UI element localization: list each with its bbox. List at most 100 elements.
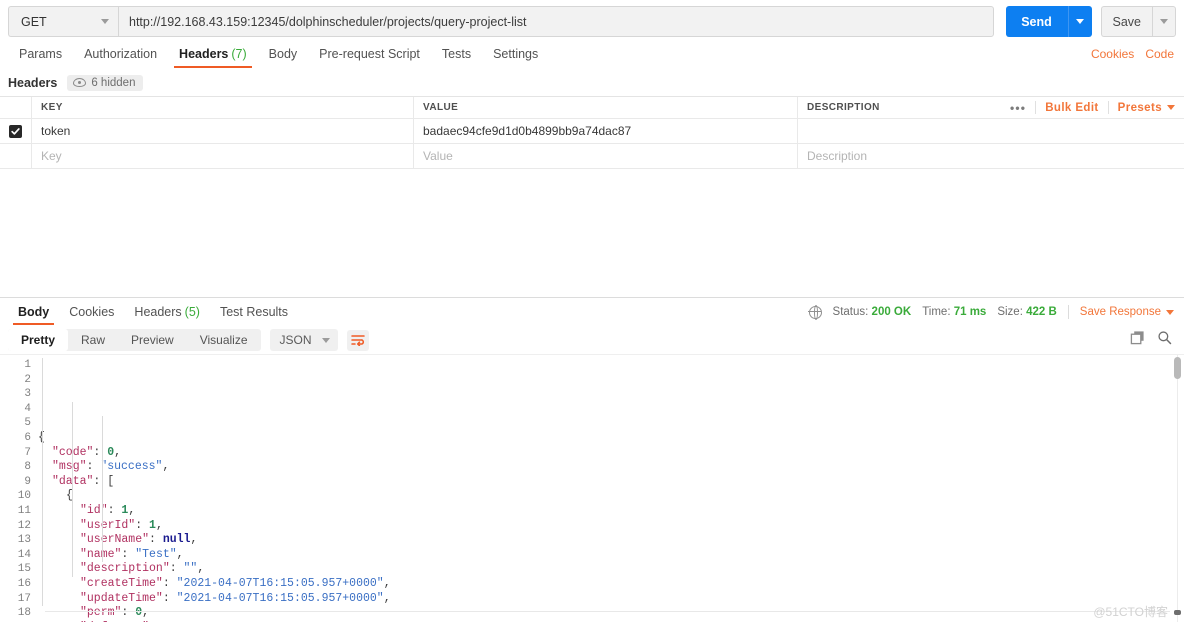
copy-icon	[1130, 330, 1145, 345]
save-response-label: Save Response	[1080, 306, 1161, 318]
format-raw-button[interactable]: Raw	[68, 329, 118, 351]
line-number: 2	[0, 373, 31, 388]
line-number: 7	[0, 446, 31, 461]
chevron-down-icon	[1166, 310, 1174, 315]
tab-label: Headers	[179, 47, 228, 61]
tab-label: Cookies	[69, 305, 114, 319]
table-row[interactable]: token badaec94cfe9d1d0b4899bb9a74dac87	[0, 119, 1184, 144]
eye-icon	[73, 78, 86, 87]
code-line: {	[38, 489, 1184, 504]
watermark: @51CTO博客	[1093, 603, 1168, 620]
vertical-scrollbar[interactable]	[1174, 357, 1181, 621]
presets-button[interactable]: Presets	[1118, 102, 1175, 114]
tab-label: Body	[18, 305, 49, 319]
tab-body[interactable]: Body	[258, 43, 309, 68]
row-checkbox-cell	[0, 144, 32, 168]
header-select-all-cell	[0, 97, 32, 118]
response-meta: Status: 200 OK Time: 71 ms Size: 422 B S…	[809, 298, 1174, 326]
response-body-code[interactable]: 123456789101112131415161718 {"code": 0,"…	[0, 354, 1184, 622]
divider	[1108, 101, 1109, 114]
chevron-down-icon	[322, 338, 330, 343]
time-group: Time: 71 ms	[922, 306, 986, 318]
presets-label: Presets	[1118, 102, 1162, 114]
status-group: Status: 200 OK	[833, 306, 912, 318]
scrollbar-thumb[interactable]	[1174, 357, 1181, 379]
code-line: "createTime": "2021-04-07T16:15:05.957+0…	[38, 577, 1184, 592]
send-options-button[interactable]	[1068, 6, 1092, 37]
code-line: {	[38, 431, 1184, 446]
copy-button[interactable]	[1130, 330, 1145, 350]
tab-label: Settings	[493, 47, 538, 61]
row-value-cell[interactable]: badaec94cfe9d1d0b4899bb9a74dac87	[414, 119, 798, 143]
tab-params[interactable]: Params	[8, 43, 73, 68]
http-method-select[interactable]: GET	[8, 6, 118, 37]
search-icon	[1157, 330, 1172, 345]
code-link[interactable]: Code	[1145, 47, 1174, 61]
tab-authorization[interactable]: Authorization	[73, 43, 168, 68]
response-tools	[1130, 326, 1172, 354]
response-tab-test-results[interactable]: Test Results	[210, 300, 298, 325]
chevron-down-icon	[1076, 19, 1084, 24]
code-line: "msg": "success",	[38, 460, 1184, 475]
request-body-empty-area	[0, 169, 1184, 297]
tab-pre-request-script[interactable]: Pre-request Script	[308, 43, 431, 68]
row-checkbox-cell	[0, 119, 32, 143]
response-tab-headers[interactable]: Headers(5)	[124, 300, 210, 325]
response-language-select[interactable]: JSON	[270, 329, 338, 351]
response-tab-body[interactable]: Body	[8, 300, 59, 325]
send-button[interactable]: Send	[1006, 6, 1068, 37]
bulk-edit-button[interactable]: Bulk Edit	[1045, 102, 1098, 114]
line-number: 17	[0, 592, 31, 607]
format-visualize-button[interactable]: Visualize	[187, 329, 261, 351]
headers-subheader: Headers 6 hidden	[0, 70, 1184, 96]
row-checkbox[interactable]	[9, 125, 22, 138]
headers-title: Headers	[8, 76, 57, 90]
headers-actions: ••• Bulk Edit Presets	[1010, 101, 1175, 115]
search-button[interactable]	[1157, 330, 1172, 350]
save-response-button[interactable]: Save Response	[1080, 306, 1174, 318]
format-pretty-button[interactable]: Pretty	[8, 329, 68, 351]
request-url-input[interactable]	[118, 6, 994, 37]
hidden-headers-toggle[interactable]: 6 hidden	[67, 75, 143, 91]
divider	[1035, 101, 1036, 114]
tab-tests[interactable]: Tests	[431, 43, 482, 68]
line-number: 4	[0, 402, 31, 417]
line-number-gutter: 123456789101112131415161718	[0, 358, 38, 622]
code-line: "perm": 0,	[38, 606, 1184, 621]
new-value-cell[interactable]: Value	[414, 144, 798, 168]
more-options-icon[interactable]: •••	[1010, 101, 1026, 115]
new-key-cell[interactable]: Key	[32, 144, 414, 168]
headers-table-header-row: KEY VALUE DESCRIPTION ••• Bulk Edit Pres…	[0, 97, 1184, 119]
code-line: "userId": 1,	[38, 519, 1184, 534]
table-row-empty[interactable]: Key Value Description	[0, 144, 1184, 169]
column-key: KEY	[32, 97, 414, 118]
format-preview-button[interactable]: Preview	[118, 329, 187, 351]
response-pane: Body Cookies Headers(5) Test Results Sta…	[0, 297, 1184, 622]
row-description-cell[interactable]	[798, 119, 1184, 143]
divider	[1068, 305, 1069, 319]
new-description-cell[interactable]: Description	[798, 144, 1184, 168]
code-line: "data": [	[38, 475, 1184, 490]
new-key-placeholder: Key	[41, 149, 62, 163]
response-tab-cookies[interactable]: Cookies	[59, 300, 124, 325]
save-options-button[interactable]	[1152, 6, 1176, 37]
line-number: 11	[0, 504, 31, 519]
json-code-content[interactable]: {"code": 0,"msg": "success","data": [{"i…	[38, 358, 1184, 622]
request-tabs: Params Authorization Headers(7) Body Pre…	[0, 43, 1184, 70]
code-line: "description": "",	[38, 562, 1184, 577]
row-key-cell[interactable]: token	[32, 119, 414, 143]
line-number: 10	[0, 489, 31, 504]
line-number: 5	[0, 416, 31, 431]
word-wrap-toggle[interactable]	[347, 330, 369, 351]
format-button-group: Pretty Raw Preview Visualize	[8, 329, 261, 351]
line-number: 18	[0, 606, 31, 621]
line-number: 3	[0, 387, 31, 402]
chevron-down-icon	[1160, 19, 1168, 24]
cookies-link[interactable]: Cookies	[1091, 47, 1134, 61]
save-button[interactable]: Save	[1101, 6, 1153, 37]
scrollbar-thumb-bottom[interactable]	[1174, 610, 1181, 615]
tab-settings[interactable]: Settings	[482, 43, 549, 68]
line-number: 8	[0, 460, 31, 475]
new-value-placeholder: Value	[423, 149, 453, 163]
tab-headers[interactable]: Headers(7)	[168, 43, 258, 68]
